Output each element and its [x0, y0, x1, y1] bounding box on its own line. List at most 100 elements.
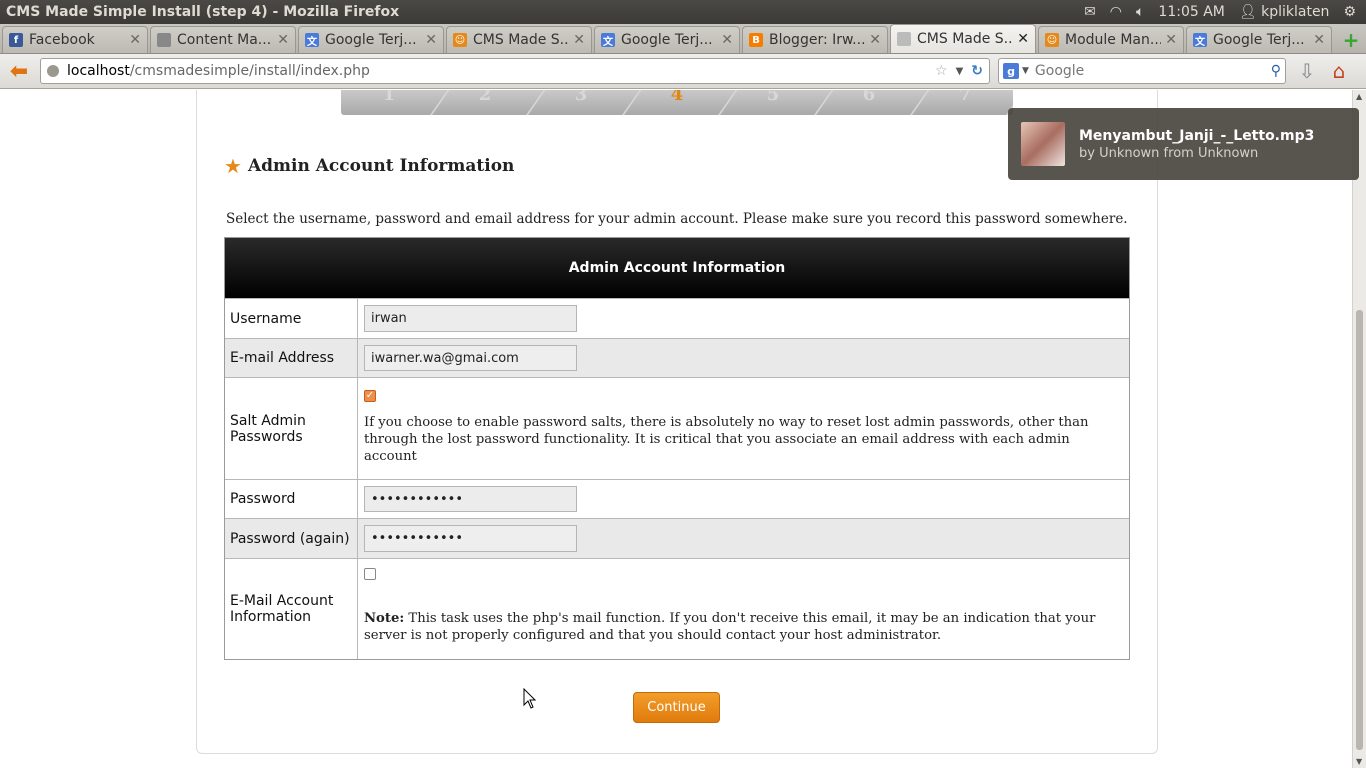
google-translate-icon: 文 [601, 33, 615, 48]
tab-2[interactable]: 文 Google Terj... ✕ [298, 26, 444, 53]
site-identity-icon[interactable] [47, 65, 59, 77]
page-scrollbar[interactable]: ▲ ▼ [1352, 90, 1366, 768]
step-number: 5 [766, 90, 780, 105]
wifi-icon[interactable]: ◠ [1110, 4, 1122, 20]
url-text[interactable]: localhost/cmsmadesimple/install/index.ph… [67, 63, 935, 79]
email-note-bold: Note: [364, 611, 405, 626]
system-tray: ✉ ◠ 🔈︎ 11:05 AM 👤︎ kpliklaten ⚙ [1084, 4, 1366, 20]
step-1: 1 [341, 90, 450, 115]
downloads-arrow-icon[interactable]: ⇩ [1294, 59, 1320, 83]
tab-close-icon[interactable]: ✕ [1165, 32, 1177, 48]
tab-8[interactable]: 文 Google Terj... ✕ [1186, 26, 1332, 53]
scroll-down-icon[interactable]: ▼ [1356, 757, 1362, 766]
bookmark-star-icon[interactable]: ☆ [935, 63, 948, 79]
password-again-label: Password (again) [225, 519, 358, 558]
tab-5[interactable]: B Blogger: Irw... ✕ [742, 26, 888, 53]
password-row: Password •••••••••••• [225, 479, 1129, 518]
tab-7[interactable]: ☺ Module Man... ✕ [1038, 26, 1184, 53]
tab-close-icon[interactable]: ✕ [425, 32, 437, 48]
step-6: 6 [821, 90, 930, 115]
google-translate-icon: 文 [1193, 33, 1207, 48]
step-progress-bar: 1 2 3 4 5 6 7 [341, 90, 1013, 115]
reload-icon[interactable]: ↻ [971, 63, 983, 79]
notification-title: Menyambut_Janji_-_Letto.mp3 [1079, 127, 1315, 144]
scrollbar-thumb[interactable] [1356, 310, 1363, 750]
tab-label: Module Man... [1065, 32, 1162, 48]
password-input[interactable]: •••••••••••• [364, 486, 577, 512]
volume-icon[interactable]: 🔈︎ [1136, 4, 1144, 20]
tabs-holder: f Facebook ✕ Content Ma... ✕ 文 Google Terj... ✕… [2, 24, 1334, 53]
tab-4[interactable]: 文 Google Terj... ✕ [594, 26, 740, 53]
tab-close-icon[interactable]: ✕ [1017, 31, 1029, 47]
album-art-thumbnail [1021, 122, 1065, 166]
step-number: 4 [670, 90, 684, 105]
tab-label: Google Terj... [621, 32, 713, 48]
step-number: 1 [382, 90, 396, 105]
tab-close-icon[interactable]: ✕ [721, 32, 733, 48]
tab-close-icon[interactable]: ✕ [869, 32, 881, 48]
step-number: 7 [958, 90, 972, 105]
new-tab-plus-icon[interactable]: + [1338, 27, 1364, 53]
clock[interactable]: 11:05 AM [1158, 4, 1224, 20]
admin-account-table: Admin Account Information Username irwan… [224, 237, 1130, 660]
step-4: 4 [629, 90, 738, 115]
salt-label: Salt Admin Passwords [225, 378, 358, 479]
search-bar[interactable]: g ▼ Google ⚲ [998, 58, 1286, 84]
tab-6[interactable]: CMS Made S... ✕ [890, 24, 1036, 53]
email-info-checkbox[interactable] [364, 568, 376, 580]
email-info-label: E-Mail Account Information [225, 559, 358, 659]
cms-icon: ☺ [1045, 33, 1059, 47]
section-heading: ★ Admin Account Information [224, 154, 514, 178]
tab-1[interactable]: Content Ma... ✕ [150, 26, 296, 53]
username-label: Username [225, 299, 358, 338]
tab-0[interactable]: f Facebook ✕ [2, 26, 148, 53]
email-label: E-mail Address [225, 339, 358, 377]
email-input[interactable]: iwarner.wa@gmai.com [364, 345, 577, 371]
email-note-text: This task uses the php's mail function. … [364, 611, 1096, 643]
intro-text: Select the username, password and email … [226, 211, 1128, 227]
tab-label: Content Ma... [177, 32, 272, 48]
user-name: kpliklaten [1261, 4, 1330, 20]
tab-label: Facebook [29, 32, 95, 48]
home-icon[interactable]: ⌂ [1326, 59, 1352, 83]
step-5: 5 [725, 90, 834, 115]
salt-checkbox[interactable]: ✓ [364, 389, 376, 402]
email-note: Note: This task uses the php's mail func… [364, 610, 1123, 644]
page-icon [157, 33, 171, 47]
star-icon: ★ [224, 154, 242, 178]
facebook-icon: f [9, 33, 23, 47]
media-notification: Menyambut_Janji_-_Letto.mp3 by Unknown f… [1008, 108, 1359, 180]
step-number: 3 [574, 90, 588, 105]
tab-close-icon[interactable]: ✕ [129, 32, 141, 48]
password-again-input[interactable]: •••••••••••• [364, 525, 577, 552]
continue-button[interactable]: Continue [633, 692, 720, 723]
url-bar[interactable]: localhost/cmsmadesimple/install/index.ph… [40, 58, 990, 84]
mail-icon[interactable]: ✉ [1084, 4, 1096, 20]
settings-gear-icon[interactable]: ⚙ [1343, 4, 1356, 20]
url-path: /cmsmadesimple/install/index.php [129, 63, 370, 79]
tab-close-icon[interactable]: ✕ [573, 32, 585, 48]
tab-label: CMS Made S... [473, 32, 570, 48]
back-arrow-icon[interactable]: ⬅ [4, 58, 34, 84]
tab-label: Blogger: Irw... [769, 32, 866, 48]
google-engine-icon[interactable]: g [1003, 63, 1019, 79]
table-header: Admin Account Information [225, 238, 1129, 298]
search-magnifier-icon[interactable]: ⚲ [1271, 63, 1281, 79]
tab-close-icon[interactable]: ✕ [277, 32, 289, 48]
tab-close-icon[interactable]: ✕ [1313, 32, 1325, 48]
password-again-row: Password (again) •••••••••••• [225, 518, 1129, 558]
scroll-up-icon[interactable]: ▲ [1356, 92, 1362, 101]
username-input[interactable]: irwan [364, 305, 577, 332]
navigation-toolbar: ⬅ localhost/cmsmadesimple/install/index.… [0, 54, 1366, 89]
tab-strip: f Facebook ✕ Content Ma... ✕ 文 Google Terj... ✕… [0, 24, 1366, 54]
user-menu[interactable]: 👤︎ kpliklaten [1239, 4, 1330, 20]
google-translate-icon: 文 [305, 33, 319, 48]
tab-label: Google Terj... [325, 32, 417, 48]
step-number: 2 [478, 90, 492, 105]
engine-dropdown-icon[interactable]: ▼ [1022, 66, 1029, 76]
salt-note: If you choose to enable password salts, … [364, 415, 1089, 464]
cms-icon: ☺ [453, 33, 467, 47]
history-dropdown-icon[interactable]: ▼ [956, 66, 964, 77]
search-input[interactable]: Google [1035, 63, 1271, 79]
tab-3[interactable]: ☺ CMS Made S... ✕ [446, 26, 592, 53]
